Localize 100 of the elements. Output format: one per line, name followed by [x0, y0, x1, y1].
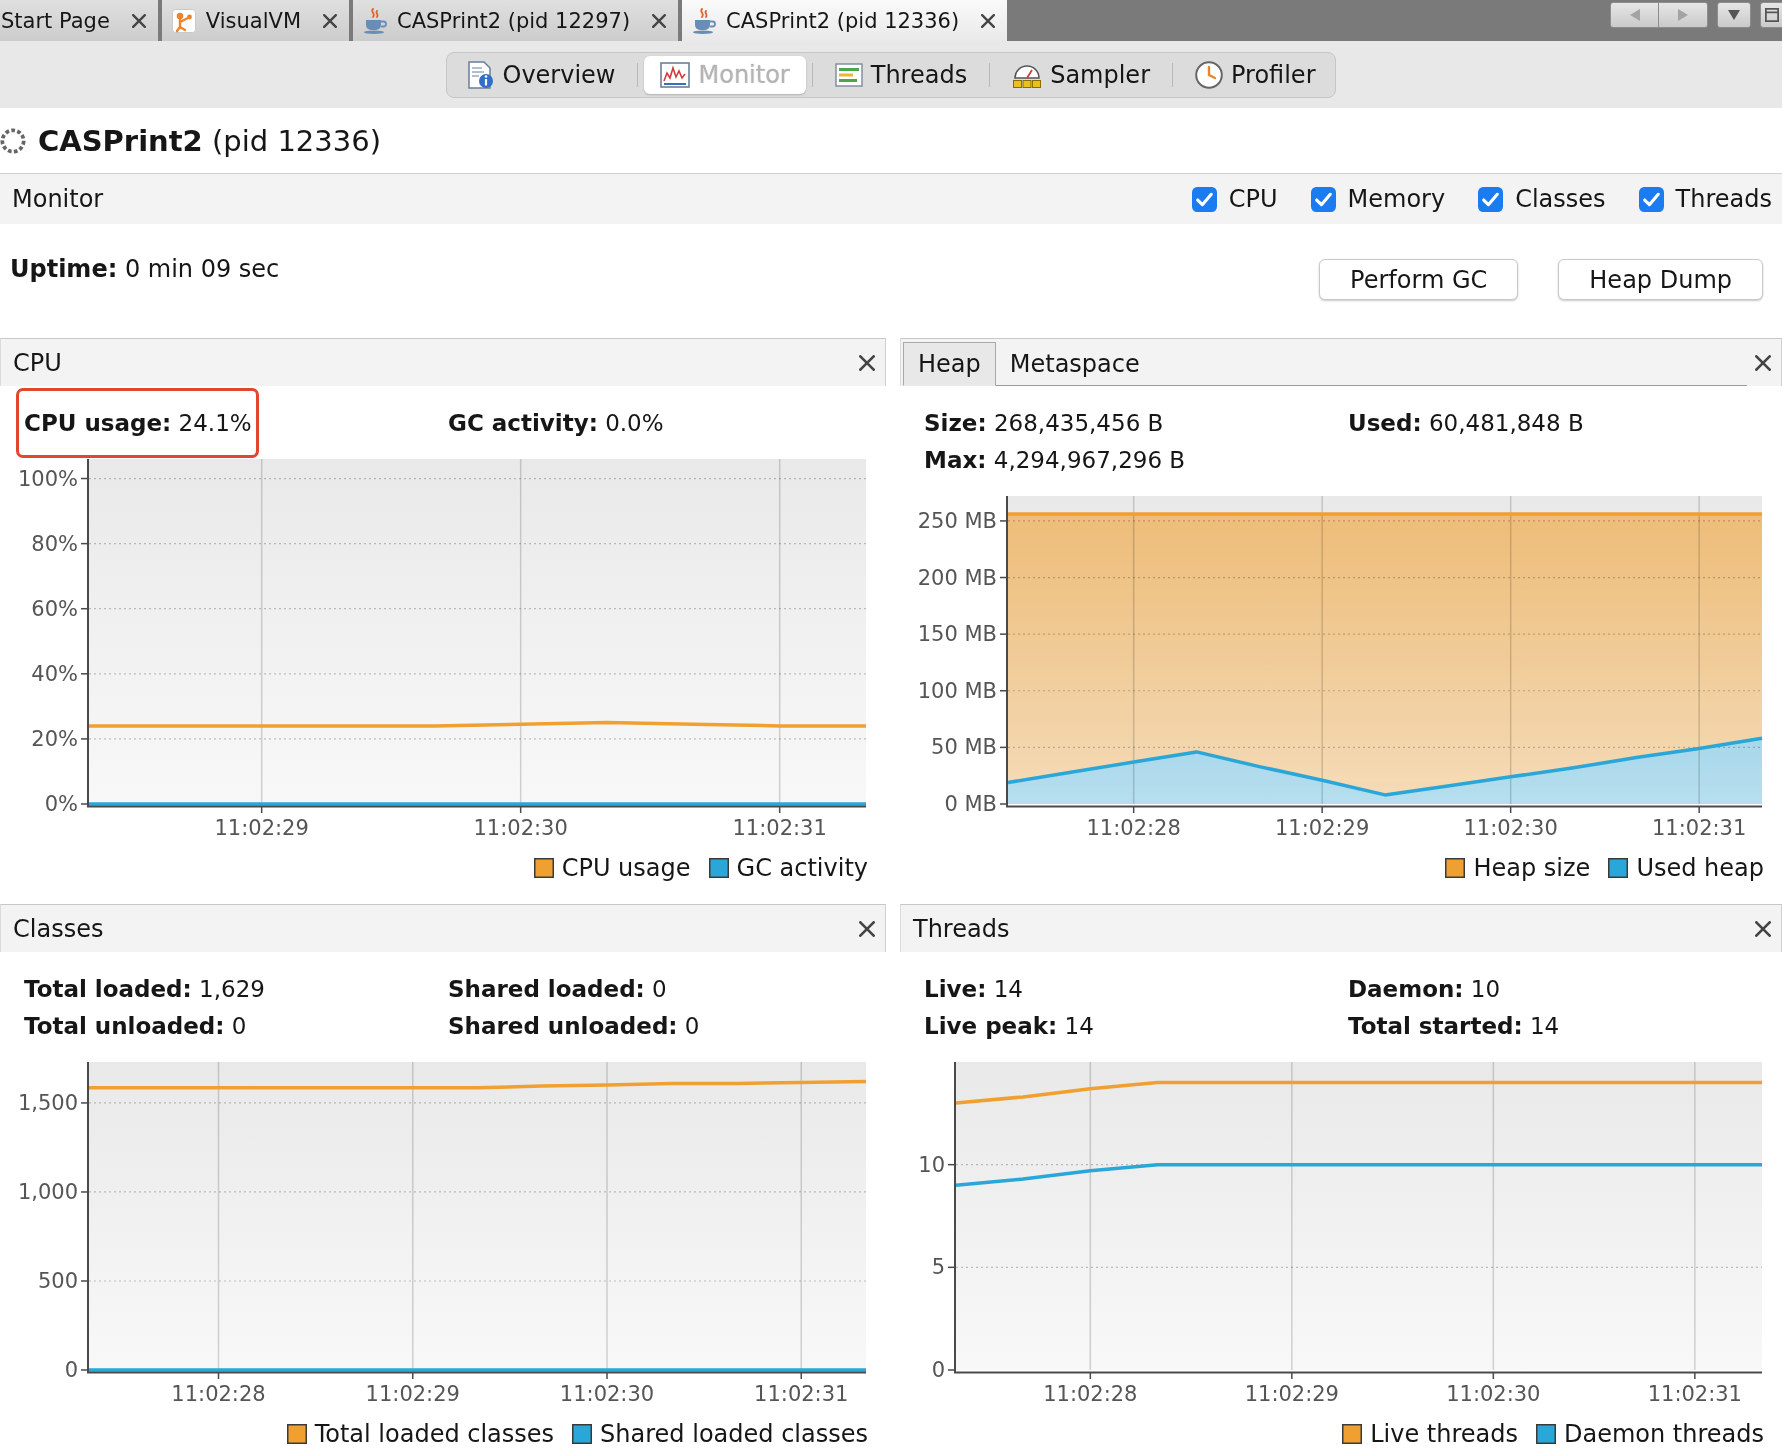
x-tick-label: 11:02:30	[559, 1382, 655, 1406]
y-tick-label: 10	[918, 1152, 945, 1177]
stat-text: Used: 60,481,848 B	[1348, 409, 1584, 438]
checkbox-label[interactable]: Memory	[1347, 185, 1446, 213]
y-tick-label: 0%	[44, 792, 78, 816]
stat-text: Live peak: 14	[924, 1012, 1094, 1041]
caret-right-icon	[1678, 9, 1688, 21]
chart-icon	[660, 61, 691, 88]
checkbox[interactable]	[1478, 186, 1504, 212]
checkbox[interactable]	[1310, 186, 1336, 212]
close-icon[interactable]	[859, 354, 875, 371]
y-tick-label: 1,500	[17, 1090, 78, 1115]
x-tick-label: 11:02:31	[1647, 1382, 1742, 1406]
panel-title: Threads	[913, 914, 1010, 943]
restore-button[interactable]	[1760, 2, 1782, 28]
stat-text: GC activity: 0.0%	[448, 409, 664, 438]
y-tick-label: 0	[931, 1358, 945, 1382]
x-tick-label: 11:02:31	[754, 1382, 849, 1406]
y-tick-label: 80%	[31, 531, 78, 556]
panel-tab[interactable]: Metaspace	[995, 342, 1154, 386]
close-icon[interactable]	[323, 13, 337, 28]
document-tab[interactable]: Start Page	[0, 0, 158, 41]
stat-text: Total unloaded: 0	[24, 1012, 247, 1041]
close-icon[interactable]	[1755, 920, 1771, 937]
caret-left-icon	[1629, 9, 1640, 21]
y-tick-label: 100 MB	[917, 678, 997, 703]
panel-title: Classes	[13, 914, 104, 943]
view-tab[interactable]: Sampler	[996, 55, 1166, 94]
scroll-left-button[interactable]	[1610, 2, 1659, 28]
view-tab[interactable]: Profiler	[1179, 55, 1332, 94]
checkbox-label[interactable]: CPU	[1228, 185, 1278, 213]
checkbox[interactable]	[1191, 186, 1217, 212]
close-icon[interactable]	[981, 13, 996, 28]
x-tick-label: 11:02:29	[1244, 1382, 1339, 1406]
stat-text: CPU usage: 24.1%	[24, 410, 252, 436]
panel-title: CPU	[13, 348, 62, 377]
x-tick-label: 11:02:31	[732, 816, 827, 840]
legend-label: Daemon threads	[1563, 1420, 1764, 1448]
y-tick-label: 100%	[17, 466, 78, 491]
stat-text: Shared loaded: 0	[448, 975, 667, 1004]
checkbox[interactable]	[1638, 186, 1664, 212]
close-icon[interactable]	[652, 13, 667, 28]
document-tab[interactable]: CASPrint2 (pid 12297)	[353, 0, 679, 41]
close-icon[interactable]	[131, 13, 146, 28]
action-button[interactable]: Heap Dump	[1558, 259, 1763, 300]
y-tick-label: 200 MB	[917, 565, 997, 590]
y-tick-label: 0 MB	[944, 792, 997, 816]
legend-label: Heap size	[1473, 854, 1591, 882]
x-tick-label: 11:02:30	[1463, 816, 1558, 840]
stat-text: Shared unloaded: 0	[448, 1012, 700, 1041]
document-tab[interactable]: VisualVM	[161, 0, 349, 41]
app-logo-icon	[171, 8, 196, 33]
legend-label: Total loaded classes	[314, 1420, 555, 1448]
x-tick-label: 11:02:29	[1275, 816, 1370, 840]
spinner-icon	[0, 127, 26, 154]
stat-text: Total loaded: 1,629	[24, 975, 265, 1004]
document-tab[interactable]: CASPrint2 (pid 12336)	[682, 0, 1008, 41]
x-tick-label: 11:02:30	[1446, 1382, 1541, 1406]
clock-icon	[1195, 60, 1223, 89]
stat-text: Max: 4,294,967,296 B	[924, 446, 1186, 475]
stat-text: Size: 268,435,456 B	[924, 409, 1164, 438]
x-tick-label: 11:02:31	[1652, 816, 1747, 840]
stat-text: Total started: 14	[1348, 1012, 1560, 1041]
y-tick-label: 20%	[31, 726, 78, 751]
action-button[interactable]: Perform GC	[1319, 259, 1519, 300]
stat-text: Live: 14	[924, 975, 1023, 1004]
scroll-right-button[interactable]	[1659, 2, 1708, 28]
dropdown-button[interactable]	[1717, 2, 1751, 28]
legend-label: Used heap	[1636, 854, 1764, 882]
y-tick-label: 150 MB	[917, 622, 997, 647]
list-icon	[834, 62, 863, 87]
coffee-cup-icon	[692, 7, 717, 34]
x-tick-label: 11:02:28	[1086, 816, 1181, 840]
legend-label: Shared loaded classes	[600, 1420, 868, 1448]
checkbox-label[interactable]: Classes	[1515, 185, 1606, 213]
checkbox-label[interactable]: Threads	[1675, 185, 1772, 213]
y-tick-label: 60%	[31, 596, 78, 621]
legend-label: Live threads	[1370, 1420, 1518, 1448]
stat-text: Daemon: 10	[1348, 975, 1501, 1004]
legend-label: GC activity	[736, 854, 868, 882]
y-tick-label: 1,000	[17, 1179, 78, 1204]
y-tick-label: 500	[37, 1269, 78, 1293]
y-tick-label: 40%	[31, 661, 78, 686]
legend-label: CPU usage	[561, 854, 691, 882]
y-tick-label: 0	[64, 1358, 78, 1382]
view-tab[interactable]: Overview	[450, 55, 632, 94]
close-icon[interactable]	[859, 920, 875, 937]
close-icon[interactable]	[1755, 354, 1771, 371]
y-tick-label: 50 MB	[931, 735, 997, 760]
y-tick-label: 250 MB	[917, 508, 997, 533]
caret-down-icon	[1728, 10, 1740, 20]
x-tick-label: 11:02:30	[473, 816, 568, 840]
coffee-cup-icon	[363, 7, 387, 34]
y-tick-label: 5	[931, 1255, 945, 1280]
x-tick-label: 11:02:28	[1043, 1382, 1138, 1406]
panel-tab[interactable]: Heap	[903, 342, 996, 386]
page-title: CASPrint2 (pid 12336)	[38, 123, 381, 158]
x-tick-label: 11:02:29	[214, 816, 309, 840]
x-tick-label: 11:02:28	[171, 1382, 266, 1406]
view-tab[interactable]: Threads	[818, 55, 984, 94]
